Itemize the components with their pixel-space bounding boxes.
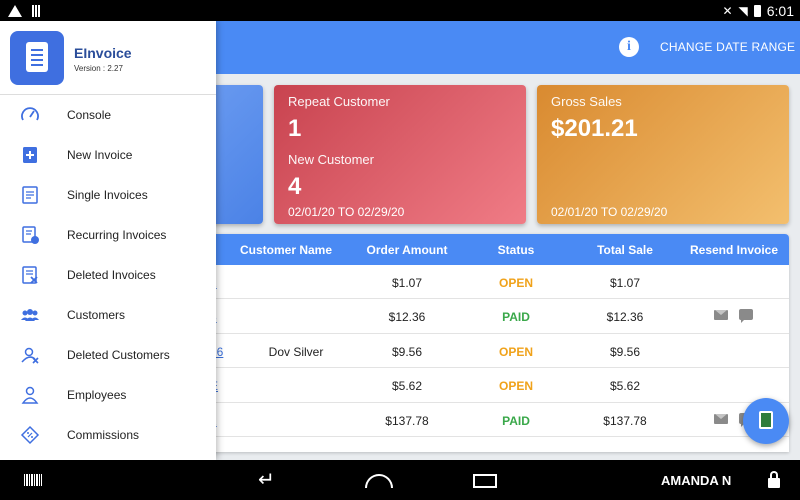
customers-date-range: 02/01/20 TO 02/29/20: [288, 205, 405, 219]
column-status[interactable]: Status: [498, 243, 535, 257]
status-badge: OPEN: [498, 379, 534, 394]
recent-apps-button[interactable]: [473, 474, 497, 488]
drawer-item-deleted-customers[interactable]: Deleted Customers: [0, 335, 216, 375]
customer-cell: Dov Silver: [268, 344, 324, 359]
table-header: Customer Name Order Amount Status Total …: [170, 234, 789, 265]
system-nav-bar: ↵ AMANDA N: [0, 460, 800, 500]
amount-cell: $137.78: [385, 413, 429, 428]
drawer-header: EInvoice Version : 2.27: [0, 21, 216, 95]
back-button[interactable]: ↵: [258, 470, 275, 490]
table-row[interactable]: E $5.62 OPEN $5.62: [170, 368, 789, 403]
info-icon[interactable]: i: [619, 37, 639, 57]
employee-icon: [21, 386, 39, 404]
status-bar: ✕ ◥ 6:01: [0, 0, 800, 21]
speedometer-icon: [21, 107, 39, 121]
email-icon[interactable]: [714, 413, 728, 424]
new-customer-label: New Customer: [288, 152, 374, 167]
amount-cell: $5.62: [391, 379, 423, 394]
total-cell: $5.62: [609, 379, 641, 394]
navigation-drawer: EInvoice Version : 2.27 Console New Invo…: [0, 21, 216, 460]
mute-icon: ✕: [722, 3, 733, 18]
status-badge: OPEN: [498, 344, 534, 359]
app-version: Version : 2.27: [74, 64, 123, 73]
amount-cell: $9.56: [391, 344, 423, 359]
table-row[interactable]: 16 Dov Silver $9.56 OPEN $9.56: [170, 334, 789, 369]
amount-cell: $1.07: [391, 276, 423, 290]
deleted-customer-icon: [21, 347, 39, 364]
recurring-invoice-icon: [22, 226, 39, 244]
table-row[interactable]: 2 $1.07 OPEN $1.07: [170, 265, 789, 300]
total-cell: $9.56: [609, 344, 641, 359]
commission-tag-icon: [20, 425, 40, 445]
sms-icon[interactable]: [739, 309, 753, 324]
app-logo: [10, 31, 64, 85]
total-cell: $1.07: [609, 276, 641, 290]
change-date-range-button[interactable]: CHANGE DATE RANGE: [660, 40, 795, 54]
deleted-invoice-icon: [22, 266, 38, 284]
column-order-amount[interactable]: Order Amount: [367, 243, 448, 257]
drawer-item-single-invoices[interactable]: Single Invoices: [0, 175, 216, 215]
status-badge: OPEN: [498, 276, 534, 290]
gross-sales-label: Gross Sales: [551, 94, 622, 109]
total-cell: $137.78: [603, 413, 647, 428]
column-customer-name[interactable]: Customer Name: [240, 243, 332, 257]
gross-sales-card: Gross Sales $201.21 02/01/20 TO 02/29/20: [537, 85, 789, 224]
sales-date-range: 02/01/20 TO 02/29/20: [551, 205, 668, 219]
sim-icon: [32, 4, 41, 17]
barcode-icon[interactable]: [24, 474, 42, 486]
drawer-item-deleted-invoices[interactable]: Deleted Invoices: [0, 255, 216, 295]
drawer-item-new-invoice[interactable]: New Invoice: [0, 135, 216, 175]
gross-sales-value: $201.21: [551, 115, 638, 142]
customers-card: Repeat Customer 1 New Customer 4 02/01/2…: [274, 85, 526, 224]
invoice-doc-icon: [759, 411, 773, 429]
home-button[interactable]: [365, 474, 393, 488]
wifi-icon: ◥: [738, 3, 748, 18]
invoice-table: Customer Name Order Amount Status Total …: [170, 234, 789, 452]
table-row[interactable]: 2 $137.78 PAID $137.78: [170, 403, 789, 437]
app-name: EInvoice: [74, 45, 132, 61]
column-total-sale[interactable]: Total Sale: [597, 243, 653, 257]
drawer-item-commissions[interactable]: Commissions: [0, 415, 216, 455]
battery-icon: [753, 4, 761, 17]
single-invoice-icon: [22, 186, 38, 204]
status-badge: PAID: [502, 413, 530, 428]
repeat-customer-label: Repeat Customer: [288, 94, 390, 109]
add-invoice-fab[interactable]: [743, 398, 789, 444]
new-customer-value: 4: [288, 173, 302, 200]
drawer-item-customers[interactable]: Customers: [0, 295, 216, 335]
drawer-item-recurring-invoices[interactable]: Recurring Invoices: [0, 215, 216, 255]
drawer-item-console[interactable]: Console: [0, 95, 216, 135]
customers-icon: [21, 309, 39, 321]
total-cell: $12.36: [606, 310, 644, 325]
column-resend-invoice[interactable]: Resend Invoice: [690, 243, 778, 257]
user-name: AMANDA N: [661, 473, 732, 488]
repeat-customer-value: 1: [288, 115, 302, 142]
table-row[interactable]: 8 $12.36 PAID $12.36: [170, 299, 789, 334]
lock-icon[interactable]: [768, 471, 780, 488]
warning-icon: [8, 4, 22, 17]
amount-cell: $12.36: [388, 310, 426, 325]
clock: 6:01: [766, 2, 794, 19]
drawer-item-employees[interactable]: Employees: [0, 375, 216, 415]
new-invoice-icon: [23, 147, 37, 163]
status-badge: PAID: [502, 310, 530, 325]
email-icon[interactable]: [714, 310, 728, 321]
